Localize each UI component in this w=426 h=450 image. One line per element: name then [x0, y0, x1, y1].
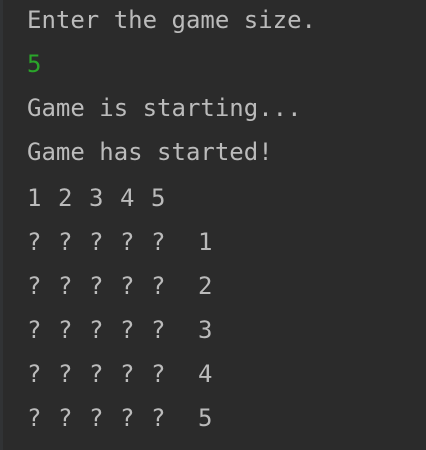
- board-cell: ?: [58, 316, 73, 344]
- board-cell: ?: [89, 404, 104, 432]
- board-cell: ?: [58, 228, 73, 256]
- row-label: 4: [198, 360, 213, 388]
- board-row: ? ? ? ? ? 5: [27, 396, 316, 440]
- board-row: ? ? ? ? ? 2: [27, 264, 316, 308]
- column-header: 2: [58, 184, 73, 212]
- board-cell: ?: [120, 360, 135, 388]
- board-cell: ?: [58, 272, 73, 300]
- board-cell: ?: [151, 228, 166, 256]
- column-header: 1: [27, 184, 42, 212]
- console-gutter: [0, 0, 3, 450]
- board-cell: ?: [27, 316, 42, 344]
- board-cell: ?: [89, 316, 104, 344]
- user-input-echo: 5: [27, 50, 42, 78]
- board-cell: ?: [151, 404, 166, 432]
- column-header-row: 1 2 3 4 5: [27, 176, 316, 220]
- board-cell: ?: [27, 404, 42, 432]
- row-label: 2: [198, 272, 213, 300]
- column-header: 5: [151, 184, 166, 212]
- board-row: ? ? ? ? ? 3: [27, 308, 316, 352]
- board-row: ? ? ? ? ? 4: [27, 352, 316, 396]
- board-cell: ?: [89, 272, 104, 300]
- column-header: 4: [120, 184, 135, 212]
- board-cell: ?: [151, 360, 166, 388]
- column-header: 3: [89, 184, 104, 212]
- console-output: Enter the game size. 5 Game is starting.…: [27, 0, 316, 440]
- row-label: 3: [198, 316, 213, 344]
- board-cell: ?: [27, 360, 42, 388]
- board-cell: ?: [120, 404, 135, 432]
- board-cell: ?: [27, 228, 42, 256]
- board-cell: ?: [58, 360, 73, 388]
- status-started-line: Game has started!: [27, 138, 273, 166]
- board-cell: ?: [151, 316, 166, 344]
- row-label: 5: [198, 404, 213, 432]
- board-row: ? ? ? ? ? 1: [27, 220, 316, 264]
- board-cell: ?: [120, 316, 135, 344]
- run-console[interactable]: Enter the game size. 5 Game is starting.…: [0, 0, 426, 450]
- row-label: 1: [198, 228, 213, 256]
- board-cell: ?: [151, 272, 166, 300]
- status-starting-line: Game is starting...: [27, 94, 302, 122]
- prompt-line: Enter the game size.: [27, 6, 316, 34]
- board-cell: ?: [89, 360, 104, 388]
- board-cell: ?: [89, 228, 104, 256]
- board-cell: ?: [58, 404, 73, 432]
- board-cell: ?: [27, 272, 42, 300]
- board-cell: ?: [120, 228, 135, 256]
- board-cell: ?: [120, 272, 135, 300]
